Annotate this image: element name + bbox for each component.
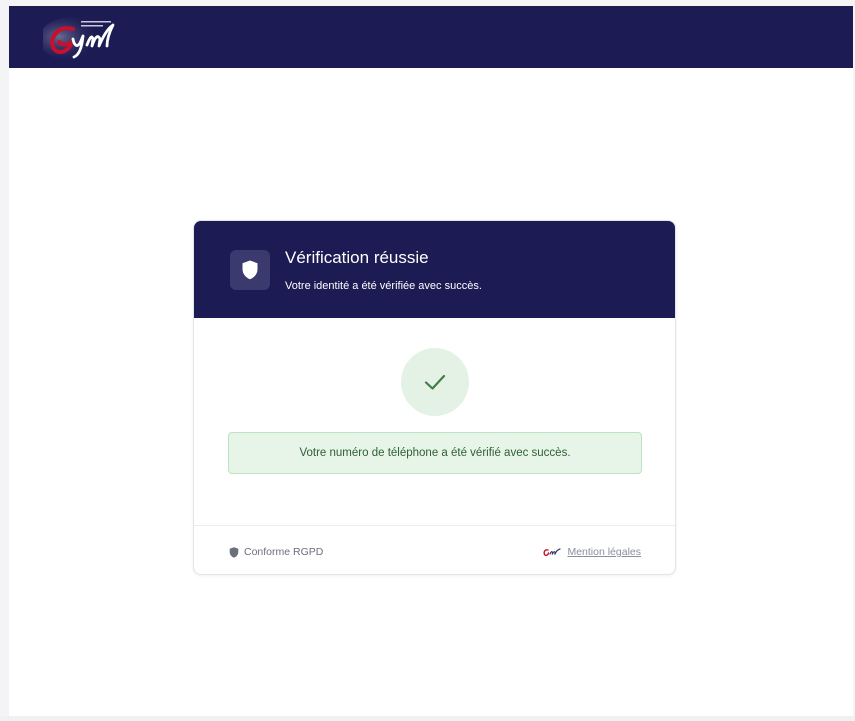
check-icon — [424, 374, 446, 390]
page-subtitle: Votre identité a été vérifiée avec succè… — [285, 280, 482, 292]
page-title: Vérification réussie — [285, 248, 429, 267]
window-bottom-edge — [0, 716, 855, 721]
gdpr-label: Conforme RGPD — [244, 546, 324, 558]
shield-icon-container — [230, 250, 270, 290]
window-left-edge — [0, 0, 9, 721]
card-header: Vérification réussie Votre identité a ét… — [194, 221, 675, 318]
success-indicator — [401, 348, 469, 416]
top-navigation-bar — [9, 6, 853, 68]
gym-logo[interactable] — [39, 15, 135, 61]
footer-divider — [194, 525, 675, 526]
gdpr-badge: Conforme RGPD — [229, 545, 323, 559]
shield-icon — [229, 546, 239, 558]
success-message: Votre numéro de téléphone a été vérifié … — [228, 432, 642, 474]
legal-notice: Mention légales — [543, 545, 641, 559]
shield-icon — [242, 260, 258, 280]
verification-card: Vérification réussie Votre identité a ét… — [193, 220, 676, 575]
gym-mini-logo-icon — [543, 547, 562, 556]
legal-notice-link[interactable]: Mention légales — [567, 546, 641, 558]
